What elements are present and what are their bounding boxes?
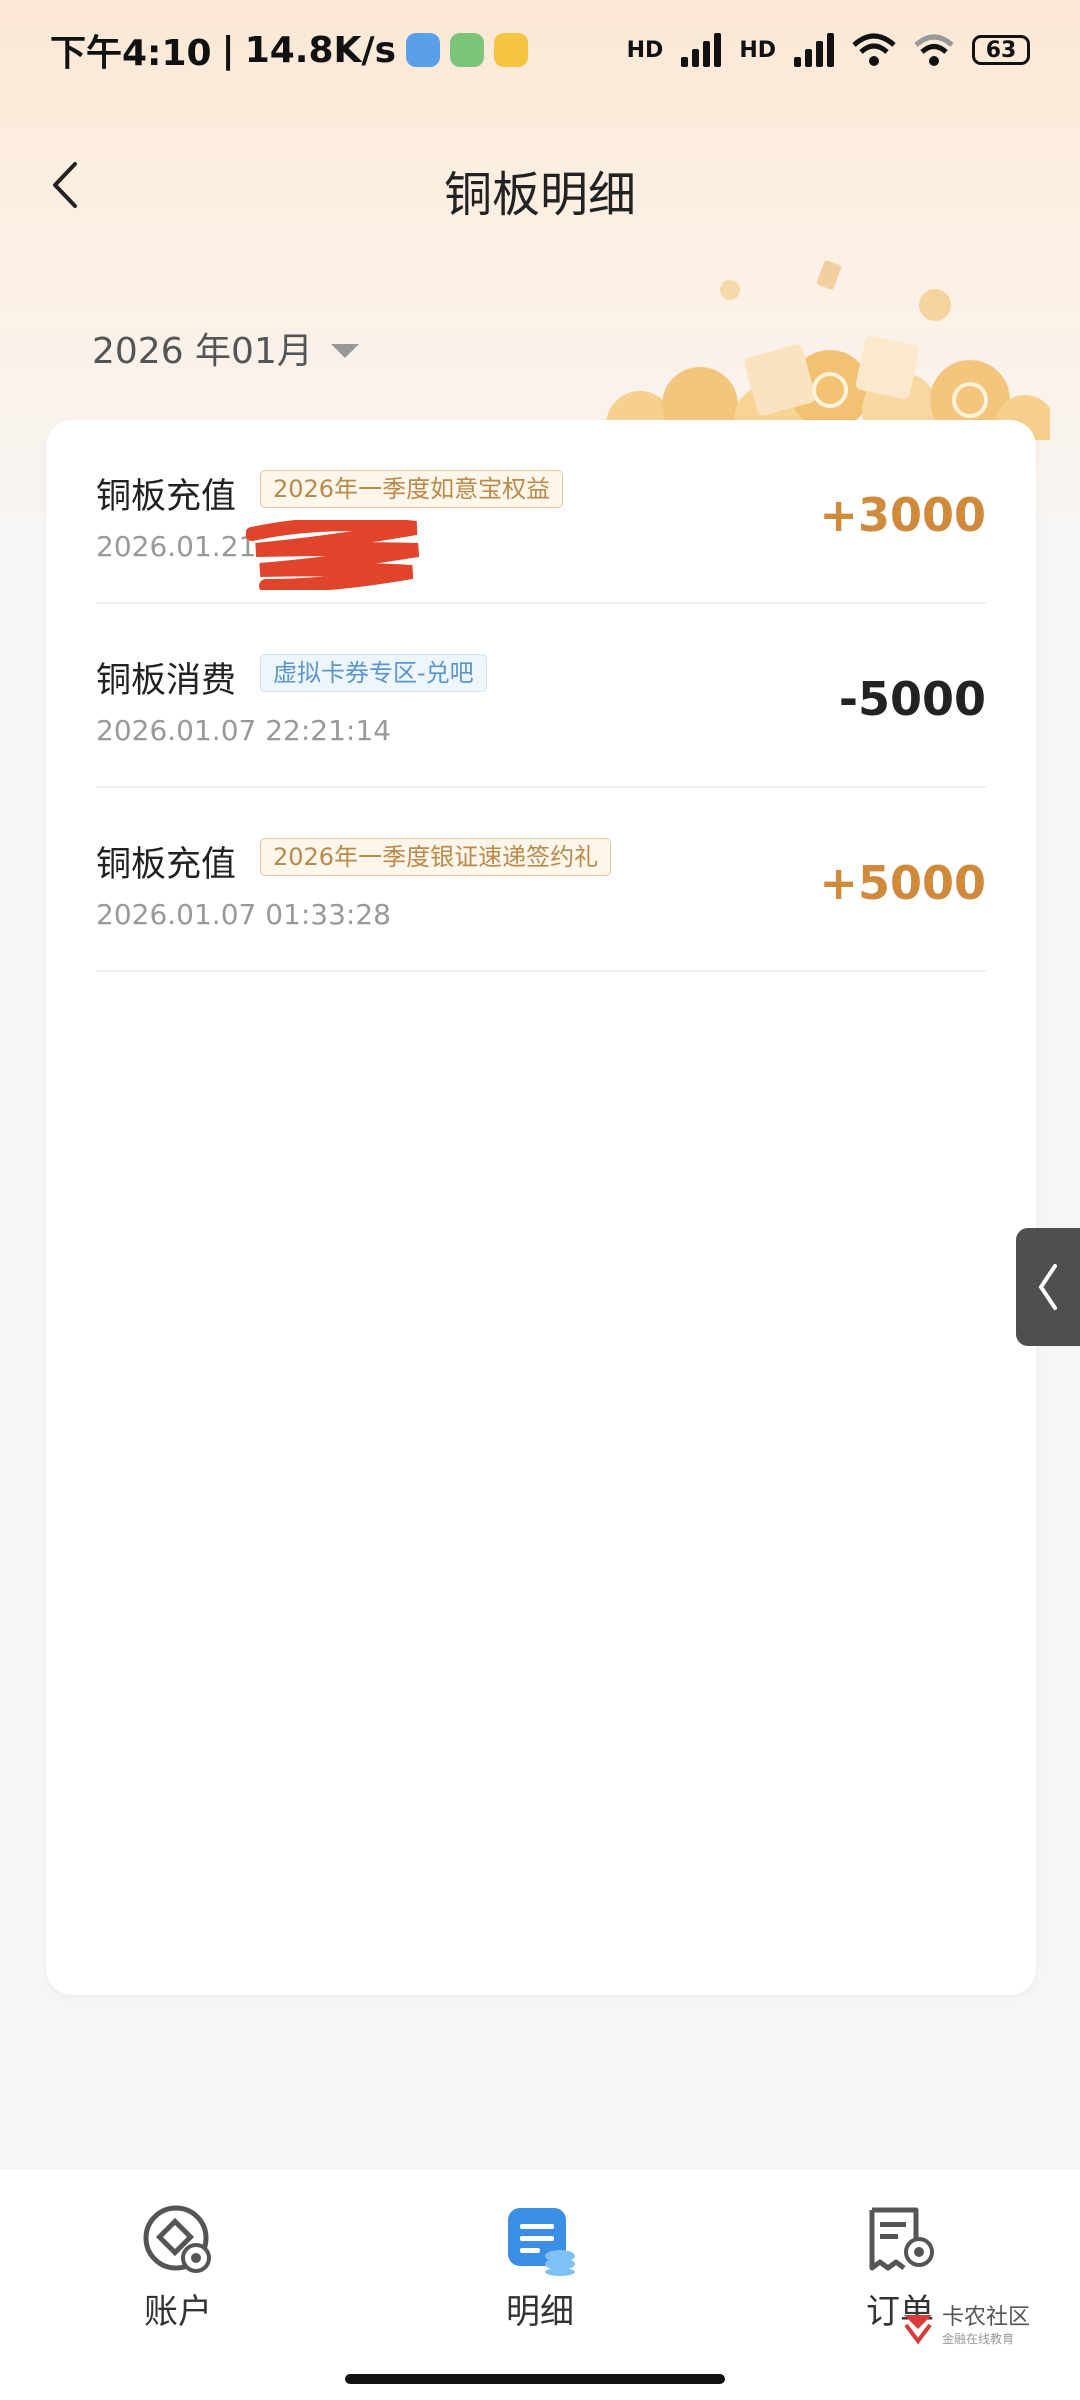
- transaction-amount: +5000: [819, 856, 986, 910]
- gallery-app-icon: [406, 33, 440, 67]
- transaction-amount: +3000: [819, 488, 986, 542]
- nav-tab-account[interactable]: 账户: [78, 2204, 278, 2333]
- watermark-title: 卡农社区: [942, 2305, 1031, 2330]
- chevron-left-icon: [1038, 1264, 1057, 1310]
- coins-illustration: [606, 260, 1050, 440]
- month-value: 2026 年01月: [92, 331, 313, 372]
- home-indicator[interactable]: [345, 2374, 725, 2384]
- android-app-icon: [450, 33, 484, 67]
- status-right: HD HD 63: [627, 33, 1030, 67]
- status-left: 下午4:10 | 14.8K/s: [50, 24, 528, 76]
- caret-down-icon: [330, 344, 359, 358]
- status-separator: |: [221, 29, 235, 71]
- transaction-time: 2026.01.07 01:33:28: [96, 898, 391, 931]
- page-title: 铜板明细: [443, 167, 636, 223]
- wifi-icon: [852, 33, 896, 66]
- account-icon: [143, 2205, 211, 2273]
- wifi-icon: [914, 34, 954, 66]
- network-speed: 14.8K/s: [244, 29, 396, 71]
- nav-tab-details-label: 明细: [506, 2292, 574, 2332]
- watermark-logo-icon: [904, 2314, 932, 2344]
- watermark-subtitle: 金融在线教育: [942, 2332, 1015, 2346]
- message-app-icon: [494, 33, 528, 67]
- transaction-type: 铜板消费: [96, 661, 237, 701]
- transaction-type: 铜板充值: [96, 845, 237, 885]
- transactions-card: 铜板充值 2026年一季度如意宝权益 2026.01.21 +3000 铜板消费…: [46, 420, 1036, 1995]
- nav-bar: 铜板明细: [0, 130, 1080, 240]
- battery-icon: 63: [972, 35, 1030, 65]
- side-drawer-handle[interactable]: [1016, 1228, 1080, 1346]
- signal-icon: [794, 33, 834, 67]
- transaction-time: 2026.01.21: [96, 530, 257, 563]
- bottom-nav: 账户 明细 订单: [0, 2170, 1080, 2400]
- nav-tab-details[interactable]: 明细: [440, 2204, 640, 2333]
- transaction-tag: 2026年一季度如意宝权益: [260, 470, 564, 508]
- redaction-scribble: [246, 520, 420, 590]
- month-selector[interactable]: 2026 年01月: [92, 322, 359, 374]
- watermark: 卡农社区 金融在线教育: [900, 2306, 1030, 2347]
- transaction-tag: 虚拟卡券专区-兑吧: [260, 654, 487, 692]
- transaction-time: 2026.01.07 22:21:14: [96, 714, 391, 747]
- signal-icon: [681, 33, 722, 67]
- transaction-amount: -5000: [838, 672, 986, 726]
- nav-tab-account-label: 账户: [144, 2292, 212, 2332]
- transaction-row[interactable]: 铜板充值 2026年一季度银证速递签约礼 2026.01.07 01:33:28…: [96, 788, 986, 972]
- transaction-type: 铜板充值: [96, 477, 237, 517]
- status-time: 下午4:10: [50, 33, 212, 74]
- details-icon: [508, 2208, 575, 2276]
- transaction-row[interactable]: 铜板充值 2026年一季度如意宝权益 2026.01.21 +3000: [96, 420, 986, 604]
- transaction-row[interactable]: 铜板消费 虚拟卡券专区-兑吧 2026.01.07 22:21:14 -5000: [96, 604, 986, 788]
- hd-label: HD: [626, 37, 664, 63]
- status-bar: 下午4:10 | 14.8K/s HD HD 63: [0, 0, 1080, 100]
- transaction-tag: 2026年一季度银证速递签约礼: [260, 838, 612, 876]
- orders-icon: [869, 2207, 934, 2271]
- hd-label: HD: [739, 37, 776, 63]
